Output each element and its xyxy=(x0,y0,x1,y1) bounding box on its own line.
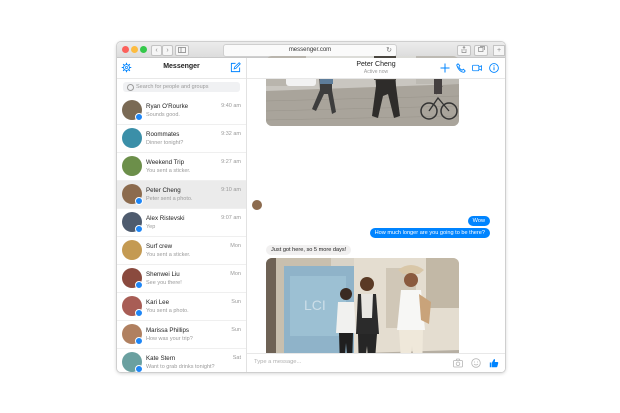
add-people-icon[interactable] xyxy=(440,63,450,73)
close-window-button[interactable] xyxy=(122,46,129,53)
share-button[interactable] xyxy=(457,45,471,56)
conversation-preview: Peter sent a photo. xyxy=(146,196,193,202)
conversation-name: Alex Ristevski xyxy=(146,215,185,222)
conversation-item[interactable]: Ryan O'Rourke Sounds good. 9:40 am xyxy=(117,97,246,125)
conversation-time: 9:27 am xyxy=(221,159,241,165)
zoom-window-button[interactable] xyxy=(140,46,147,53)
conversation-item[interactable]: Roommates Dinner tonight? 9:32 am xyxy=(117,125,246,153)
info-icon[interactable] xyxy=(489,63,499,73)
conversation-sidebar: Messenger Search for people and groups R… xyxy=(117,58,247,372)
conversation-item[interactable]: Peter Cheng Peter sent a photo. 9:10 am xyxy=(117,181,246,209)
compose-icon[interactable] xyxy=(230,62,241,73)
messenger-badge-icon xyxy=(135,281,143,289)
conversation-name: Peter Cheng xyxy=(146,187,181,194)
conversation-time: 9:32 am xyxy=(221,131,241,137)
like-icon[interactable] xyxy=(489,358,499,368)
conversation-item[interactable]: Shenwei Liu See you there! Mon xyxy=(117,265,246,293)
sender-avatar[interactable] xyxy=(252,200,262,210)
messenger-badge-icon xyxy=(135,337,143,345)
video-icon[interactable] xyxy=(472,63,482,73)
messenger-badge-icon xyxy=(135,225,143,233)
conversation-time: Sun xyxy=(231,299,241,305)
back-button[interactable]: ‹ xyxy=(151,45,162,56)
message-composer[interactable]: Type a message... xyxy=(247,353,505,372)
conversation-name: Shenwei Liu xyxy=(146,271,180,278)
new-tab-button[interactable]: + xyxy=(493,45,505,56)
svg-text:LCI: LCI xyxy=(304,297,326,313)
camera-icon[interactable] xyxy=(453,358,463,368)
tabs-icon xyxy=(477,46,485,52)
search-input[interactable]: Search for people and groups xyxy=(123,82,240,92)
conversation-time: 9:10 am xyxy=(221,187,241,193)
emoji-icon[interactable] xyxy=(471,358,481,368)
message-input[interactable]: Type a message... xyxy=(254,359,301,365)
conversation-time: Mon xyxy=(230,271,241,277)
conversation-item[interactable]: Marissa Phillips How was your trip? Sun xyxy=(117,321,246,349)
conversation-name: Weekend Trip xyxy=(146,159,185,166)
conversation-name: Ryan O'Rourke xyxy=(146,103,189,110)
conversation-preview: How was your trip? xyxy=(146,336,193,342)
minimize-window-button[interactable] xyxy=(131,46,138,53)
conversation-preview: Want to grab drinks tonight? xyxy=(146,364,215,370)
search-placeholder: Search for people and groups xyxy=(136,84,209,90)
avatar xyxy=(122,240,142,260)
conversation-preview: See you there! xyxy=(146,280,182,286)
browser-window: ‹ › messenger.com ↻ + Messenger Search f… xyxy=(116,41,506,373)
active-status: Active now xyxy=(363,69,389,75)
sidebar-title: Messenger xyxy=(163,63,200,70)
outgoing-message[interactable]: Wow xyxy=(467,216,490,226)
tabs-button[interactable] xyxy=(474,45,488,56)
messenger-badge-icon xyxy=(135,197,143,205)
conversation-item[interactable]: Kari Lee You sent a photo. Sun xyxy=(117,293,246,321)
conversation-item[interactable]: Alex Ristevski Yep 9:07 am xyxy=(117,209,246,237)
conversation-time: Sat xyxy=(232,355,241,361)
avatar xyxy=(122,156,142,176)
conversation-preview: You sent a sticker. xyxy=(146,168,191,174)
sidebar-toggle-button[interactable] xyxy=(175,45,189,56)
conversation-item[interactable]: Weekend Trip You sent a sticker. 9:27 am xyxy=(117,153,246,181)
conversation-item[interactable]: Kate Stern Want to grab drinks tonight? Sa… xyxy=(117,349,246,372)
avatar xyxy=(122,128,142,148)
reload-icon[interactable]: ↻ xyxy=(386,45,392,56)
contact-name[interactable]: Peter Cheng xyxy=(247,61,505,68)
outgoing-message[interactable]: How much longer are you going to be ther… xyxy=(369,228,490,238)
conversation-item[interactable]: Surf crew You sent a sticker. Mon xyxy=(117,237,246,265)
chat-header: Peter Cheng Active now xyxy=(247,58,505,79)
url-text: messenger.com xyxy=(288,47,332,53)
sidebar-header: Messenger xyxy=(117,58,246,79)
share-icon xyxy=(461,46,467,53)
messenger-badge-icon xyxy=(135,309,143,317)
conversation-preview: You sent a sticker. xyxy=(146,252,191,258)
incoming-message[interactable]: Just got here, so 5 more days! xyxy=(266,245,352,255)
messenger-badge-icon xyxy=(135,113,143,121)
messenger-badge-icon xyxy=(135,365,143,372)
conversation-name: Surf crew xyxy=(146,243,173,250)
conversation-name: Kate Stern xyxy=(146,355,176,362)
phone-icon[interactable] xyxy=(456,63,466,73)
search-icon xyxy=(127,84,134,91)
conversation-name: Kari Lee xyxy=(146,299,170,306)
forward-button[interactable]: › xyxy=(162,45,173,56)
conversation-preview: Dinner tonight? xyxy=(146,140,184,146)
sidebar-icon xyxy=(178,47,186,53)
chat-panel: Peter Cheng Active now Wow How much long… xyxy=(247,56,505,372)
conversation-preview: You sent a photo. xyxy=(146,308,189,314)
conversation-time: 9:07 am xyxy=(221,215,241,221)
conversation-name: Roommates xyxy=(146,131,180,138)
conversation-time: Mon xyxy=(230,243,241,249)
conversation-preview: Yep xyxy=(146,224,156,230)
conversation-time: Sun xyxy=(231,327,241,333)
conversation-time: 9:40 am xyxy=(221,103,241,109)
conversation-name: Marissa Phillips xyxy=(146,327,189,334)
conversation-preview: Sounds good. xyxy=(146,112,180,118)
